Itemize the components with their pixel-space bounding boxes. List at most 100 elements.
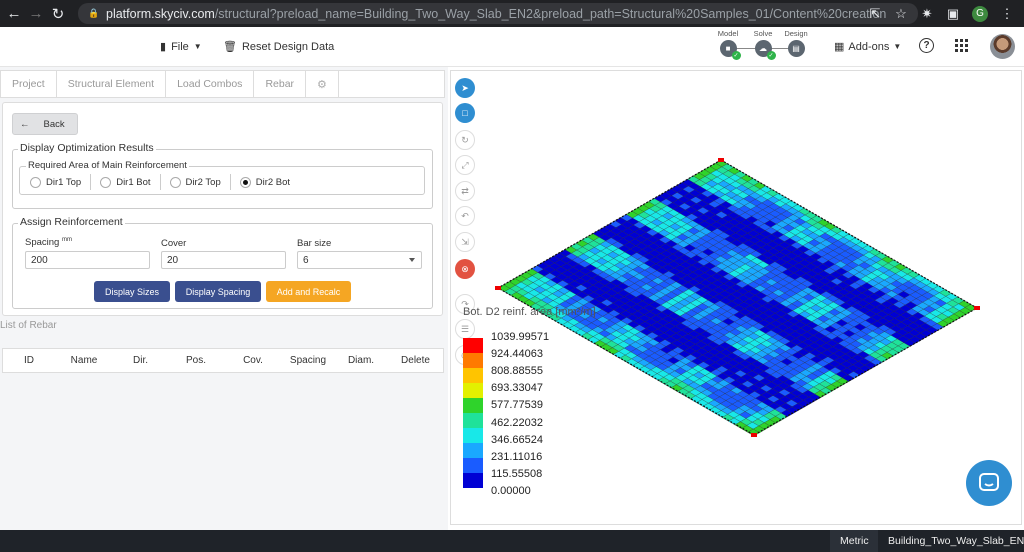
app-header: ▮ File ▼ 🗑 Reset Design Data Model ■ ✓ So…: [0, 27, 1024, 67]
browser-toolbar: ← → ↻ 🔒 platform.skyciv.com/structural?p…: [0, 0, 1024, 27]
design-tabs: Project Structural Element Load Combos R…: [0, 70, 445, 98]
workflow-model[interactable]: Model ■ ✓: [716, 29, 741, 60]
support-marker: [495, 286, 501, 290]
radio-dir2-top[interactable]: Dir2 Top: [169, 174, 231, 190]
legend-value: 346.66524: [491, 433, 543, 446]
display-spacing-button[interactable]: Display Spacing: [175, 281, 261, 302]
address-bar[interactable]: 🔒 platform.skyciv.com/structural?preload…: [78, 3, 918, 24]
colorbar-swatch: [463, 458, 483, 474]
url-path: /structural?preload_name=Building_Two_Wa…: [214, 6, 887, 21]
help-icon[interactable]: ?: [919, 38, 934, 53]
file-icon: ▮: [160, 41, 167, 53]
radio-circle: [169, 176, 181, 188]
tab-structural-element[interactable]: Structural Element: [57, 71, 167, 97]
chat-icon: [979, 473, 999, 491]
list-icon[interactable]: ☰: [455, 319, 475, 339]
design-doc-icon: ▤: [787, 40, 805, 57]
trash-icon: 🗑: [223, 41, 237, 53]
rebar-table-header: ID Name Dir. Pos. Cov. Spacing Diam. Del…: [2, 348, 444, 373]
check-icon: ✓: [731, 51, 741, 60]
back-label: Back: [43, 118, 65, 130]
profile-avatar[interactable]: G: [972, 5, 988, 22]
required-area-group: Required Area of Main Reinforcement Dir1…: [19, 160, 425, 195]
back-button[interactable]: ← Back: [12, 113, 78, 135]
display-sizes-button[interactable]: Display Sizes: [94, 281, 170, 302]
file-menu-label: File: [171, 40, 189, 53]
cover-input[interactable]: 20: [161, 251, 286, 269]
colorbar-swatch: [463, 353, 483, 369]
col-spacing: Spacing: [289, 355, 327, 366]
back-arrow-icon[interactable]: ←: [3, 0, 25, 27]
radio-label: Dir1 Bot: [116, 176, 151, 188]
slab-mesh: [497, 159, 978, 437]
legend-value: 1039.99571: [491, 331, 550, 343]
col-id: ID: [24, 355, 34, 366]
support-marker: [718, 158, 724, 162]
required-area-label: Required Area of Main Reinforcement: [26, 160, 189, 171]
contour-legend-title: Bot. D2 reinf. area [mm²/m]: [463, 306, 596, 318]
reload-icon[interactable]: ↻: [47, 0, 69, 27]
legend-value: 462.22032: [491, 416, 543, 429]
bar-size-select[interactable]: 6: [297, 251, 422, 269]
radio-circle: [30, 176, 41, 188]
tab-project[interactable]: Project: [1, 71, 57, 97]
url-host: platform.skyciv.com: [106, 6, 215, 21]
rotate-icon[interactable]: ↻: [455, 130, 475, 150]
chat-support-button[interactable]: [966, 460, 1012, 506]
legend-value: 693.33047: [491, 382, 543, 395]
legend-value: 115.55508: [491, 467, 543, 480]
add-and-recalc-button[interactable]: Add and Recalc: [266, 281, 351, 302]
model-icon: ■ ✓: [719, 40, 741, 60]
workflow-solve[interactable]: Solve ☁ ✓: [751, 29, 776, 60]
tab-load-combos[interactable]: Load Combos: [166, 71, 255, 97]
sidepanel-icon[interactable]: ▣: [946, 6, 960, 22]
share-icon[interactable]: ⇱: [868, 6, 882, 22]
caret-down-icon: [409, 258, 415, 262]
fit-view-icon[interactable]: ⇲: [455, 232, 475, 252]
reset-design-data-button[interactable]: 🗑 Reset Design Data: [223, 40, 335, 54]
radio-dir2-bot[interactable]: Dir2 Bot: [239, 174, 299, 190]
close-results-icon[interactable]: ⊗: [455, 259, 475, 279]
bar-size-value: 6: [303, 254, 309, 266]
zoom-extents-icon[interactable]: ⤢: [455, 155, 475, 175]
spacing-input[interactable]: 200: [25, 251, 150, 269]
cloud-icon: ☁ ✓: [754, 40, 776, 60]
legend-value: 0.00000: [491, 484, 531, 497]
menu-dots-icon[interactable]: ⋮: [1000, 6, 1014, 22]
col-name: Name: [70, 355, 98, 366]
tab-settings-gear-icon[interactable]: ⚙: [306, 71, 339, 97]
radio-dir1-bot[interactable]: Dir1 Bot: [100, 174, 161, 190]
colorbar-swatch: [463, 368, 483, 384]
radio-circle: [100, 176, 112, 188]
col-pos: Pos.: [185, 355, 206, 366]
chevron-down-icon: ▼: [893, 42, 902, 51]
contour-colorbar: [463, 338, 483, 488]
undo-icon[interactable]: ↶: [455, 206, 475, 226]
arrow-left-icon: ←: [20, 118, 30, 130]
tab-rebar[interactable]: Rebar: [254, 71, 307, 97]
user-avatar[interactable]: [990, 34, 1015, 59]
colorbar-swatch: [463, 383, 483, 399]
addons-menu[interactable]: ▦ Add-ons ▼: [834, 40, 902, 54]
swap-icon[interactable]: ⇄: [455, 181, 475, 201]
assign-reinforcement-title: Assign Reinforcement: [18, 216, 125, 228]
forward-arrow-icon[interactable]: →: [25, 0, 47, 27]
apps-grid-icon[interactable]: [955, 39, 968, 52]
select-cursor-icon[interactable]: ➤: [455, 78, 475, 98]
bookmark-star-icon[interactable]: ☆: [894, 6, 908, 22]
box-select-icon[interactable]: □: [455, 103, 475, 123]
file-menu[interactable]: ▮ File ▼: [160, 40, 202, 54]
reinforcement-radio-group: Dir1 Top Dir1 Bot Dir2 Top Dir2 Bot: [30, 174, 308, 190]
colorbar-swatch: [463, 413, 483, 429]
reset-label: Reset Design Data: [241, 40, 335, 53]
status-bar: Metric Building_Two_Way_Slab_EN2*: [0, 530, 1024, 552]
extensions-icon[interactable]: ✷: [920, 6, 934, 22]
radio-dir1-top[interactable]: Dir1 Top: [30, 174, 92, 190]
workflow-steps: Model ■ ✓ Solve ☁ ✓ Design ▤: [716, 29, 816, 65]
support-marker: [751, 433, 757, 437]
radio-label: Dir2 Top: [185, 176, 221, 188]
workflow-design[interactable]: Design ▤: [784, 29, 808, 57]
colorbar-swatch: [463, 338, 483, 354]
assign-reinforcement-fieldset: Assign Reinforcement Spacing mm 200 Cove…: [12, 216, 433, 309]
unit-system-indicator[interactable]: Metric: [830, 530, 879, 552]
